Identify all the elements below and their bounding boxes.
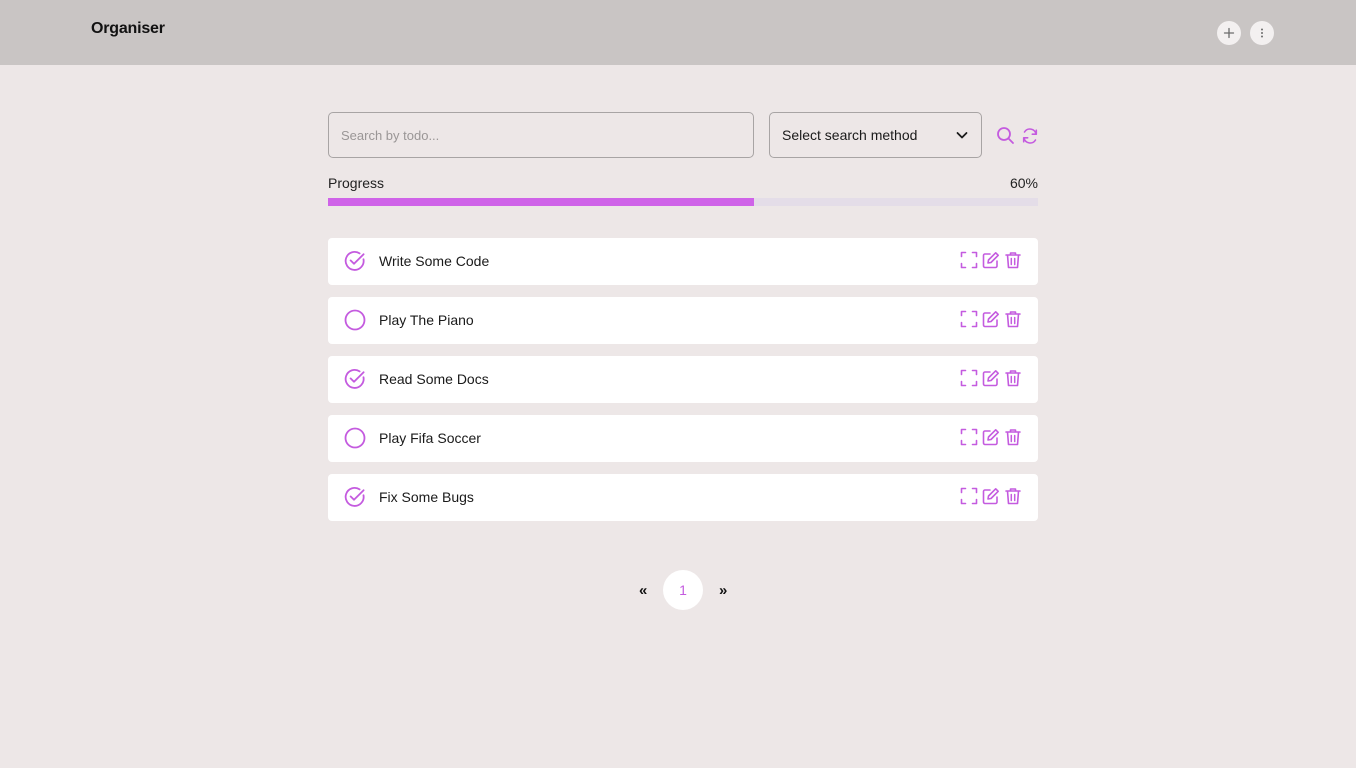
edit-todo-button[interactable]	[982, 369, 1000, 387]
todo-item: Fix Some Bugs	[328, 474, 1038, 521]
refresh-icon[interactable]	[1021, 127, 1039, 145]
edit-icon	[982, 487, 1000, 505]
todo-text: Fix Some Bugs	[379, 489, 474, 505]
pagination-next-button[interactable]: »	[719, 582, 727, 599]
trash-icon	[1004, 310, 1022, 328]
todo-text: Play Fifa Soccer	[379, 430, 481, 446]
todo-actions	[960, 428, 1022, 446]
search-method-label: Select search method	[782, 127, 918, 143]
check-circle-icon[interactable]	[344, 368, 366, 395]
edit-todo-button[interactable]	[982, 251, 1000, 269]
expand-todo-button[interactable]	[960, 310, 978, 328]
todo-actions	[960, 369, 1022, 387]
todo-text: Read Some Docs	[379, 371, 489, 387]
add-todo-button[interactable]	[1217, 21, 1241, 45]
edit-icon	[982, 369, 1000, 387]
todo-actions	[960, 310, 1022, 328]
todo-item: Read Some Docs	[328, 356, 1038, 403]
trash-icon	[1004, 428, 1022, 446]
vertical-dots-icon	[1261, 28, 1263, 38]
edit-icon	[982, 428, 1000, 446]
expand-todo-button[interactable]	[960, 428, 978, 446]
search-method-select[interactable]: Select search method	[769, 112, 982, 158]
todo-item: Play The Piano	[328, 297, 1038, 344]
progress-bar-fill	[328, 198, 754, 206]
expand-icon	[960, 251, 978, 269]
trash-icon	[1004, 487, 1022, 505]
edit-todo-button[interactable]	[982, 487, 1000, 505]
edit-todo-button[interactable]	[982, 428, 1000, 446]
delete-todo-button[interactable]	[1004, 369, 1022, 387]
more-options-button[interactable]	[1250, 21, 1274, 45]
check-circle-icon[interactable]	[344, 250, 366, 277]
todo-item: Play Fifa Soccer	[328, 415, 1038, 462]
expand-icon	[960, 369, 978, 387]
expand-icon	[960, 487, 978, 505]
edit-todo-button[interactable]	[982, 310, 1000, 328]
expand-icon	[960, 428, 978, 446]
top-bar: Organiser	[0, 0, 1356, 65]
expand-todo-button[interactable]	[960, 487, 978, 505]
todo-text: Write Some Code	[379, 253, 490, 269]
delete-todo-button[interactable]	[1004, 251, 1022, 269]
check-circle-icon[interactable]	[344, 486, 366, 513]
pagination-page-button[interactable]: 1	[663, 570, 703, 610]
expand-todo-button[interactable]	[960, 369, 978, 387]
edit-icon	[982, 251, 1000, 269]
chevron-down-icon	[956, 132, 968, 139]
expand-todo-button[interactable]	[960, 251, 978, 269]
todo-actions	[960, 487, 1022, 505]
delete-todo-button[interactable]	[1004, 487, 1022, 505]
plus-icon	[1223, 27, 1235, 39]
app-title: Organiser	[91, 20, 165, 37]
progress-bar	[328, 198, 1038, 206]
empty-circle-icon[interactable]	[344, 309, 366, 336]
delete-todo-button[interactable]	[1004, 310, 1022, 328]
todo-list: Write Some Code Play The Piano Read Some D…	[328, 238, 1038, 533]
todo-actions	[960, 251, 1022, 269]
edit-icon	[982, 310, 1000, 328]
magnifier-icon[interactable]	[996, 126, 1015, 145]
trash-icon	[1004, 251, 1022, 269]
empty-circle-icon[interactable]	[344, 427, 366, 454]
progress-percent: 60%	[1009, 175, 1038, 191]
todo-text: Play The Piano	[379, 312, 474, 328]
delete-todo-button[interactable]	[1004, 428, 1022, 446]
todo-item: Write Some Code	[328, 238, 1038, 285]
expand-icon	[960, 310, 978, 328]
trash-icon	[1004, 369, 1022, 387]
search-input[interactable]	[328, 112, 754, 158]
pagination-prev-button[interactable]: «	[639, 582, 647, 599]
progress-label: Progress	[328, 175, 385, 191]
